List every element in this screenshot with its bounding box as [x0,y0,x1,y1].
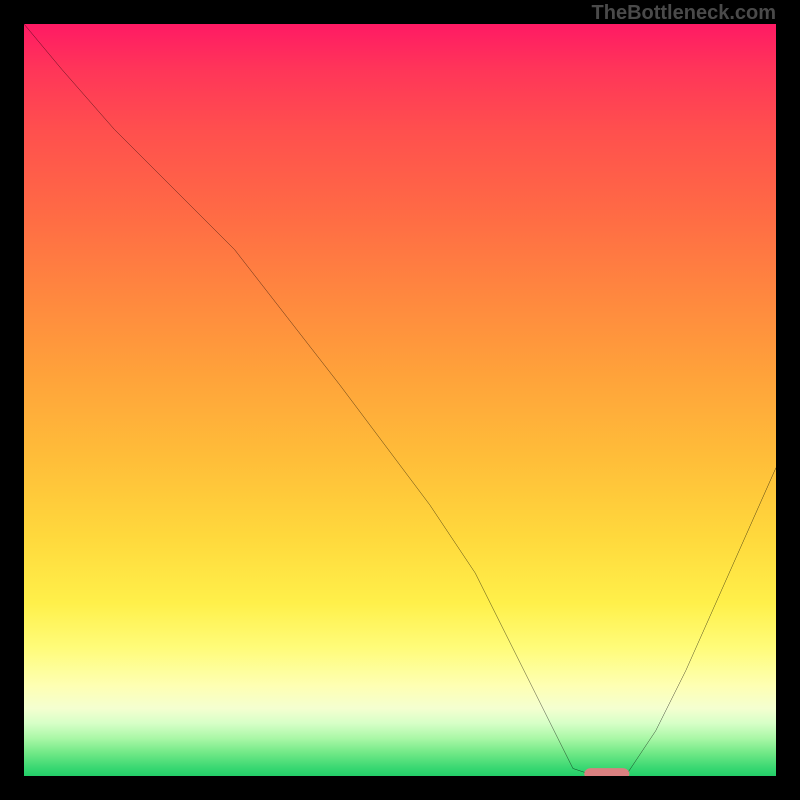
curve-path [24,24,776,776]
plot-area [24,24,776,776]
bottleneck-curve [24,24,776,776]
highlight-point [584,768,629,776]
chart-frame: TheBottleneck.com [0,0,800,800]
watermark-label: TheBottleneck.com [592,2,776,24]
